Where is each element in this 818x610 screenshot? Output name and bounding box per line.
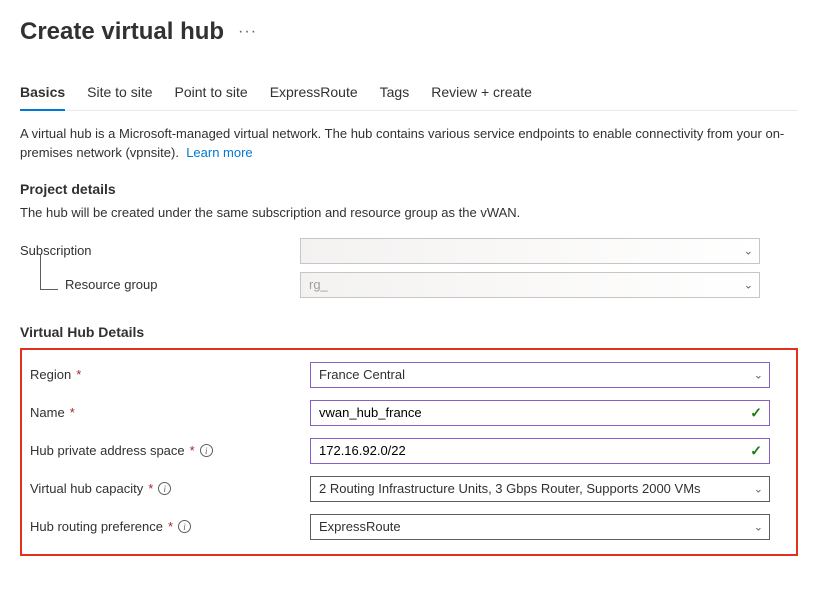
info-icon[interactable]: i <box>200 444 213 457</box>
more-icon[interactable]: ··· <box>238 23 257 41</box>
capacity-label: Virtual hub capacity <box>30 481 143 496</box>
subscription-select[interactable]: ⌄ <box>300 238 760 264</box>
address-space-label: Hub private address space <box>30 443 185 458</box>
virtual-hub-details-heading: Virtual Hub Details <box>20 324 798 340</box>
capacity-value: 2 Routing Infrastructure Units, 3 Gbps R… <box>319 481 701 496</box>
highlight-box: Region * France Central ⌄ Name * ✓ Hub p… <box>20 348 798 556</box>
info-icon[interactable]: i <box>158 482 171 495</box>
description: A virtual hub is a Microsoft-managed vir… <box>20 125 798 163</box>
chevron-down-icon: ⌄ <box>754 368 763 381</box>
routing-pref-label: Hub routing preference <box>30 519 163 534</box>
region-label: Region <box>30 367 71 382</box>
tabs: Basics Site to site Point to site Expres… <box>20 84 798 111</box>
resource-group-label: Resource group <box>65 277 158 292</box>
description-text: A virtual hub is a Microsoft-managed vir… <box>20 126 784 160</box>
tab-point-to-site[interactable]: Point to site <box>175 84 248 110</box>
chevron-down-icon: ⌄ <box>754 482 763 495</box>
region-value: France Central <box>319 367 405 382</box>
project-details-heading: Project details <box>20 181 798 197</box>
tab-basics[interactable]: Basics <box>20 84 65 110</box>
address-space-input-wrapper: ✓ <box>310 438 770 464</box>
resource-group-select[interactable]: rg_ ⌄ <box>300 272 760 298</box>
check-icon: ✓ <box>750 404 762 421</box>
chevron-down-icon: ⌄ <box>754 520 763 533</box>
required-indicator: * <box>190 443 195 458</box>
chevron-down-icon: ⌄ <box>744 244 753 257</box>
address-space-input[interactable] <box>319 439 743 463</box>
region-select[interactable]: France Central ⌄ <box>310 362 770 388</box>
required-indicator: * <box>76 367 81 382</box>
tab-review-create[interactable]: Review + create <box>431 84 532 110</box>
resource-group-value: rg_ <box>309 277 328 292</box>
chevron-down-icon: ⌄ <box>744 278 753 291</box>
name-input[interactable] <box>319 401 743 425</box>
name-input-wrapper: ✓ <box>310 400 770 426</box>
check-icon: ✓ <box>750 442 762 459</box>
tab-expressroute[interactable]: ExpressRoute <box>270 84 358 110</box>
learn-more-link[interactable]: Learn more <box>186 145 252 160</box>
tab-site-to-site[interactable]: Site to site <box>87 84 152 110</box>
capacity-select[interactable]: 2 Routing Infrastructure Units, 3 Gbps R… <box>310 476 770 502</box>
info-icon[interactable]: i <box>178 520 191 533</box>
project-details-hint: The hub will be created under the same s… <box>20 205 798 220</box>
required-indicator: * <box>148 481 153 496</box>
tab-tags[interactable]: Tags <box>380 84 410 110</box>
required-indicator: * <box>168 519 173 534</box>
routing-pref-value: ExpressRoute <box>319 519 401 534</box>
required-indicator: * <box>70 405 75 420</box>
name-label: Name <box>30 405 65 420</box>
subscription-label: Subscription <box>20 243 92 258</box>
page-title: Create virtual hub <box>20 18 224 46</box>
routing-pref-select[interactable]: ExpressRoute ⌄ <box>310 514 770 540</box>
